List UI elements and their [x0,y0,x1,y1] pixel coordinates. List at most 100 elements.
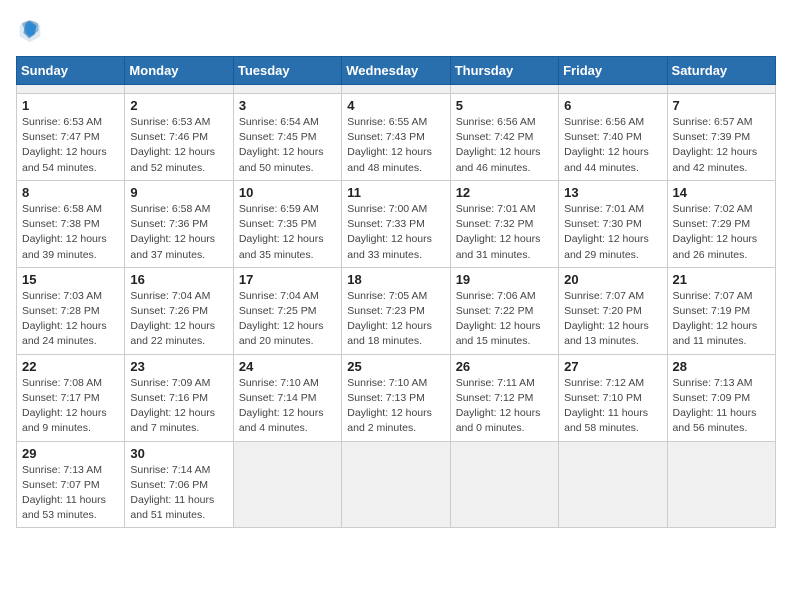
calendar-header-saturday: Saturday [667,57,775,85]
day-info: Sunrise: 7:10 AMSunset: 7:13 PMDaylight:… [347,376,444,437]
calendar-week-3: 15 Sunrise: 7:03 AMSunset: 7:28 PMDayligh… [17,267,776,354]
calendar-header-tuesday: Tuesday [233,57,341,85]
day-number: 4 [347,98,444,113]
day-number: 14 [673,185,770,200]
day-number: 8 [22,185,119,200]
day-number: 27 [564,359,661,374]
day-number: 21 [673,272,770,287]
day-info: Sunrise: 6:58 AMSunset: 7:36 PMDaylight:… [130,202,227,263]
calendar-cell: 15 Sunrise: 7:03 AMSunset: 7:28 PMDayligh… [17,267,125,354]
day-info: Sunrise: 7:03 AMSunset: 7:28 PMDaylight:… [22,289,119,350]
day-info: Sunrise: 7:01 AMSunset: 7:30 PMDaylight:… [564,202,661,263]
calendar-cell: 16 Sunrise: 7:04 AMSunset: 7:26 PMDayligh… [125,267,233,354]
calendar-cell: 26 Sunrise: 7:11 AMSunset: 7:12 PMDayligh… [450,354,558,441]
calendar-cell: 5 Sunrise: 6:56 AMSunset: 7:42 PMDaylight… [450,94,558,181]
day-number: 12 [456,185,553,200]
day-info: Sunrise: 6:56 AMSunset: 7:40 PMDaylight:… [564,115,661,176]
calendar-cell: 13 Sunrise: 7:01 AMSunset: 7:30 PMDayligh… [559,180,667,267]
day-number: 11 [347,185,444,200]
day-number: 3 [239,98,336,113]
day-info: Sunrise: 7:00 AMSunset: 7:33 PMDaylight:… [347,202,444,263]
calendar-cell: 2 Sunrise: 6:53 AMSunset: 7:46 PMDaylight… [125,94,233,181]
logo [16,16,48,44]
calendar-cell: 24Sunrise: 7:10 AMSunset: 7:14 PMDayligh… [233,354,341,441]
calendar-cell: 21Sunrise: 7:07 AMSunset: 7:19 PMDayligh… [667,267,775,354]
day-number: 6 [564,98,661,113]
calendar-header-sunday: Sunday [17,57,125,85]
calendar-cell [233,85,341,94]
day-info: Sunrise: 7:11 AMSunset: 7:12 PMDaylight:… [456,376,553,437]
calendar-cell [559,85,667,94]
day-info: Sunrise: 7:04 AMSunset: 7:26 PMDaylight:… [130,289,227,350]
calendar-cell: 4 Sunrise: 6:55 AMSunset: 7:43 PMDaylight… [342,94,450,181]
calendar-cell [667,85,775,94]
day-number: 30 [130,446,227,461]
calendar-cell [667,441,775,528]
day-number: 18 [347,272,444,287]
calendar-cell [125,85,233,94]
day-info: Sunrise: 7:07 AMSunset: 7:20 PMDaylight:… [564,289,661,350]
day-number: 9 [130,185,227,200]
calendar-cell [233,441,341,528]
calendar-week-2: 8 Sunrise: 6:58 AMSunset: 7:38 PMDaylight… [17,180,776,267]
day-number: 2 [130,98,227,113]
day-info: Sunrise: 7:13 AMSunset: 7:07 PMDaylight:… [22,463,119,524]
day-info: Sunrise: 7:04 AMSunset: 7:25 PMDaylight:… [239,289,336,350]
calendar-cell: 30 Sunrise: 7:14 AMSunset: 7:06 PMDayligh… [125,441,233,528]
day-info: Sunrise: 7:05 AMSunset: 7:23 PMDaylight:… [347,289,444,350]
calendar-cell: 3 Sunrise: 6:54 AMSunset: 7:45 PMDaylight… [233,94,341,181]
day-info: Sunrise: 6:55 AMSunset: 7:43 PMDaylight:… [347,115,444,176]
day-number: 28 [673,359,770,374]
day-info: Sunrise: 7:01 AMSunset: 7:32 PMDaylight:… [456,202,553,263]
day-info: Sunrise: 6:58 AMSunset: 7:38 PMDaylight:… [22,202,119,263]
calendar-cell: 7Sunrise: 6:57 AMSunset: 7:39 PMDaylight… [667,94,775,181]
day-number: 13 [564,185,661,200]
calendar-cell [559,441,667,528]
calendar-cell: 8 Sunrise: 6:58 AMSunset: 7:38 PMDaylight… [17,180,125,267]
page-header [16,16,776,44]
calendar-cell: 29 Sunrise: 7:13 AMSunset: 7:07 PMDayligh… [17,441,125,528]
calendar-header-row: SundayMondayTuesdayWednesdayThursdayFrid… [17,57,776,85]
calendar-header-monday: Monday [125,57,233,85]
calendar-week-4: 22Sunrise: 7:08 AMSunset: 7:17 PMDayligh… [17,354,776,441]
day-number: 16 [130,272,227,287]
calendar-cell: 18 Sunrise: 7:05 AMSunset: 7:23 PMDayligh… [342,267,450,354]
calendar-cell: 20Sunrise: 7:07 AMSunset: 7:20 PMDayligh… [559,267,667,354]
day-number: 23 [130,359,227,374]
logo-icon [16,16,44,44]
day-info: Sunrise: 6:59 AMSunset: 7:35 PMDaylight:… [239,202,336,263]
calendar-cell [450,85,558,94]
day-number: 5 [456,98,553,113]
day-number: 17 [239,272,336,287]
calendar-week-1: 1 Sunrise: 6:53 AMSunset: 7:47 PMDaylight… [17,94,776,181]
calendar-cell: 19Sunrise: 7:06 AMSunset: 7:22 PMDayligh… [450,267,558,354]
calendar-cell: 12 Sunrise: 7:01 AMSunset: 7:32 PMDayligh… [450,180,558,267]
calendar-header-friday: Friday [559,57,667,85]
day-number: 26 [456,359,553,374]
day-info: Sunrise: 7:06 AMSunset: 7:22 PMDaylight:… [456,289,553,350]
calendar-cell: 23 Sunrise: 7:09 AMSunset: 7:16 PMDayligh… [125,354,233,441]
calendar-cell: 14Sunrise: 7:02 AMSunset: 7:29 PMDayligh… [667,180,775,267]
calendar-cell: 6 Sunrise: 6:56 AMSunset: 7:40 PMDaylight… [559,94,667,181]
calendar-cell [342,85,450,94]
day-info: Sunrise: 6:53 AMSunset: 7:47 PMDaylight:… [22,115,119,176]
day-info: Sunrise: 6:53 AMSunset: 7:46 PMDaylight:… [130,115,227,176]
calendar-cell: 28Sunrise: 7:13 AMSunset: 7:09 PMDayligh… [667,354,775,441]
day-number: 1 [22,98,119,113]
calendar-cell: 1 Sunrise: 6:53 AMSunset: 7:47 PMDaylight… [17,94,125,181]
day-info: Sunrise: 7:14 AMSunset: 7:06 PMDaylight:… [130,463,227,524]
calendar-cell [17,85,125,94]
day-info: Sunrise: 7:10 AMSunset: 7:14 PMDaylight:… [239,376,336,437]
calendar-cell: 9 Sunrise: 6:58 AMSunset: 7:36 PMDaylight… [125,180,233,267]
day-number: 29 [22,446,119,461]
calendar-cell [450,441,558,528]
day-number: 15 [22,272,119,287]
day-info: Sunrise: 6:56 AMSunset: 7:42 PMDaylight:… [456,115,553,176]
day-info: Sunrise: 7:09 AMSunset: 7:16 PMDaylight:… [130,376,227,437]
day-number: 25 [347,359,444,374]
calendar-week-5: 29 Sunrise: 7:13 AMSunset: 7:07 PMDayligh… [17,441,776,528]
day-number: 22 [22,359,119,374]
calendar-header-wednesday: Wednesday [342,57,450,85]
day-info: Sunrise: 6:54 AMSunset: 7:45 PMDaylight:… [239,115,336,176]
calendar-header-thursday: Thursday [450,57,558,85]
